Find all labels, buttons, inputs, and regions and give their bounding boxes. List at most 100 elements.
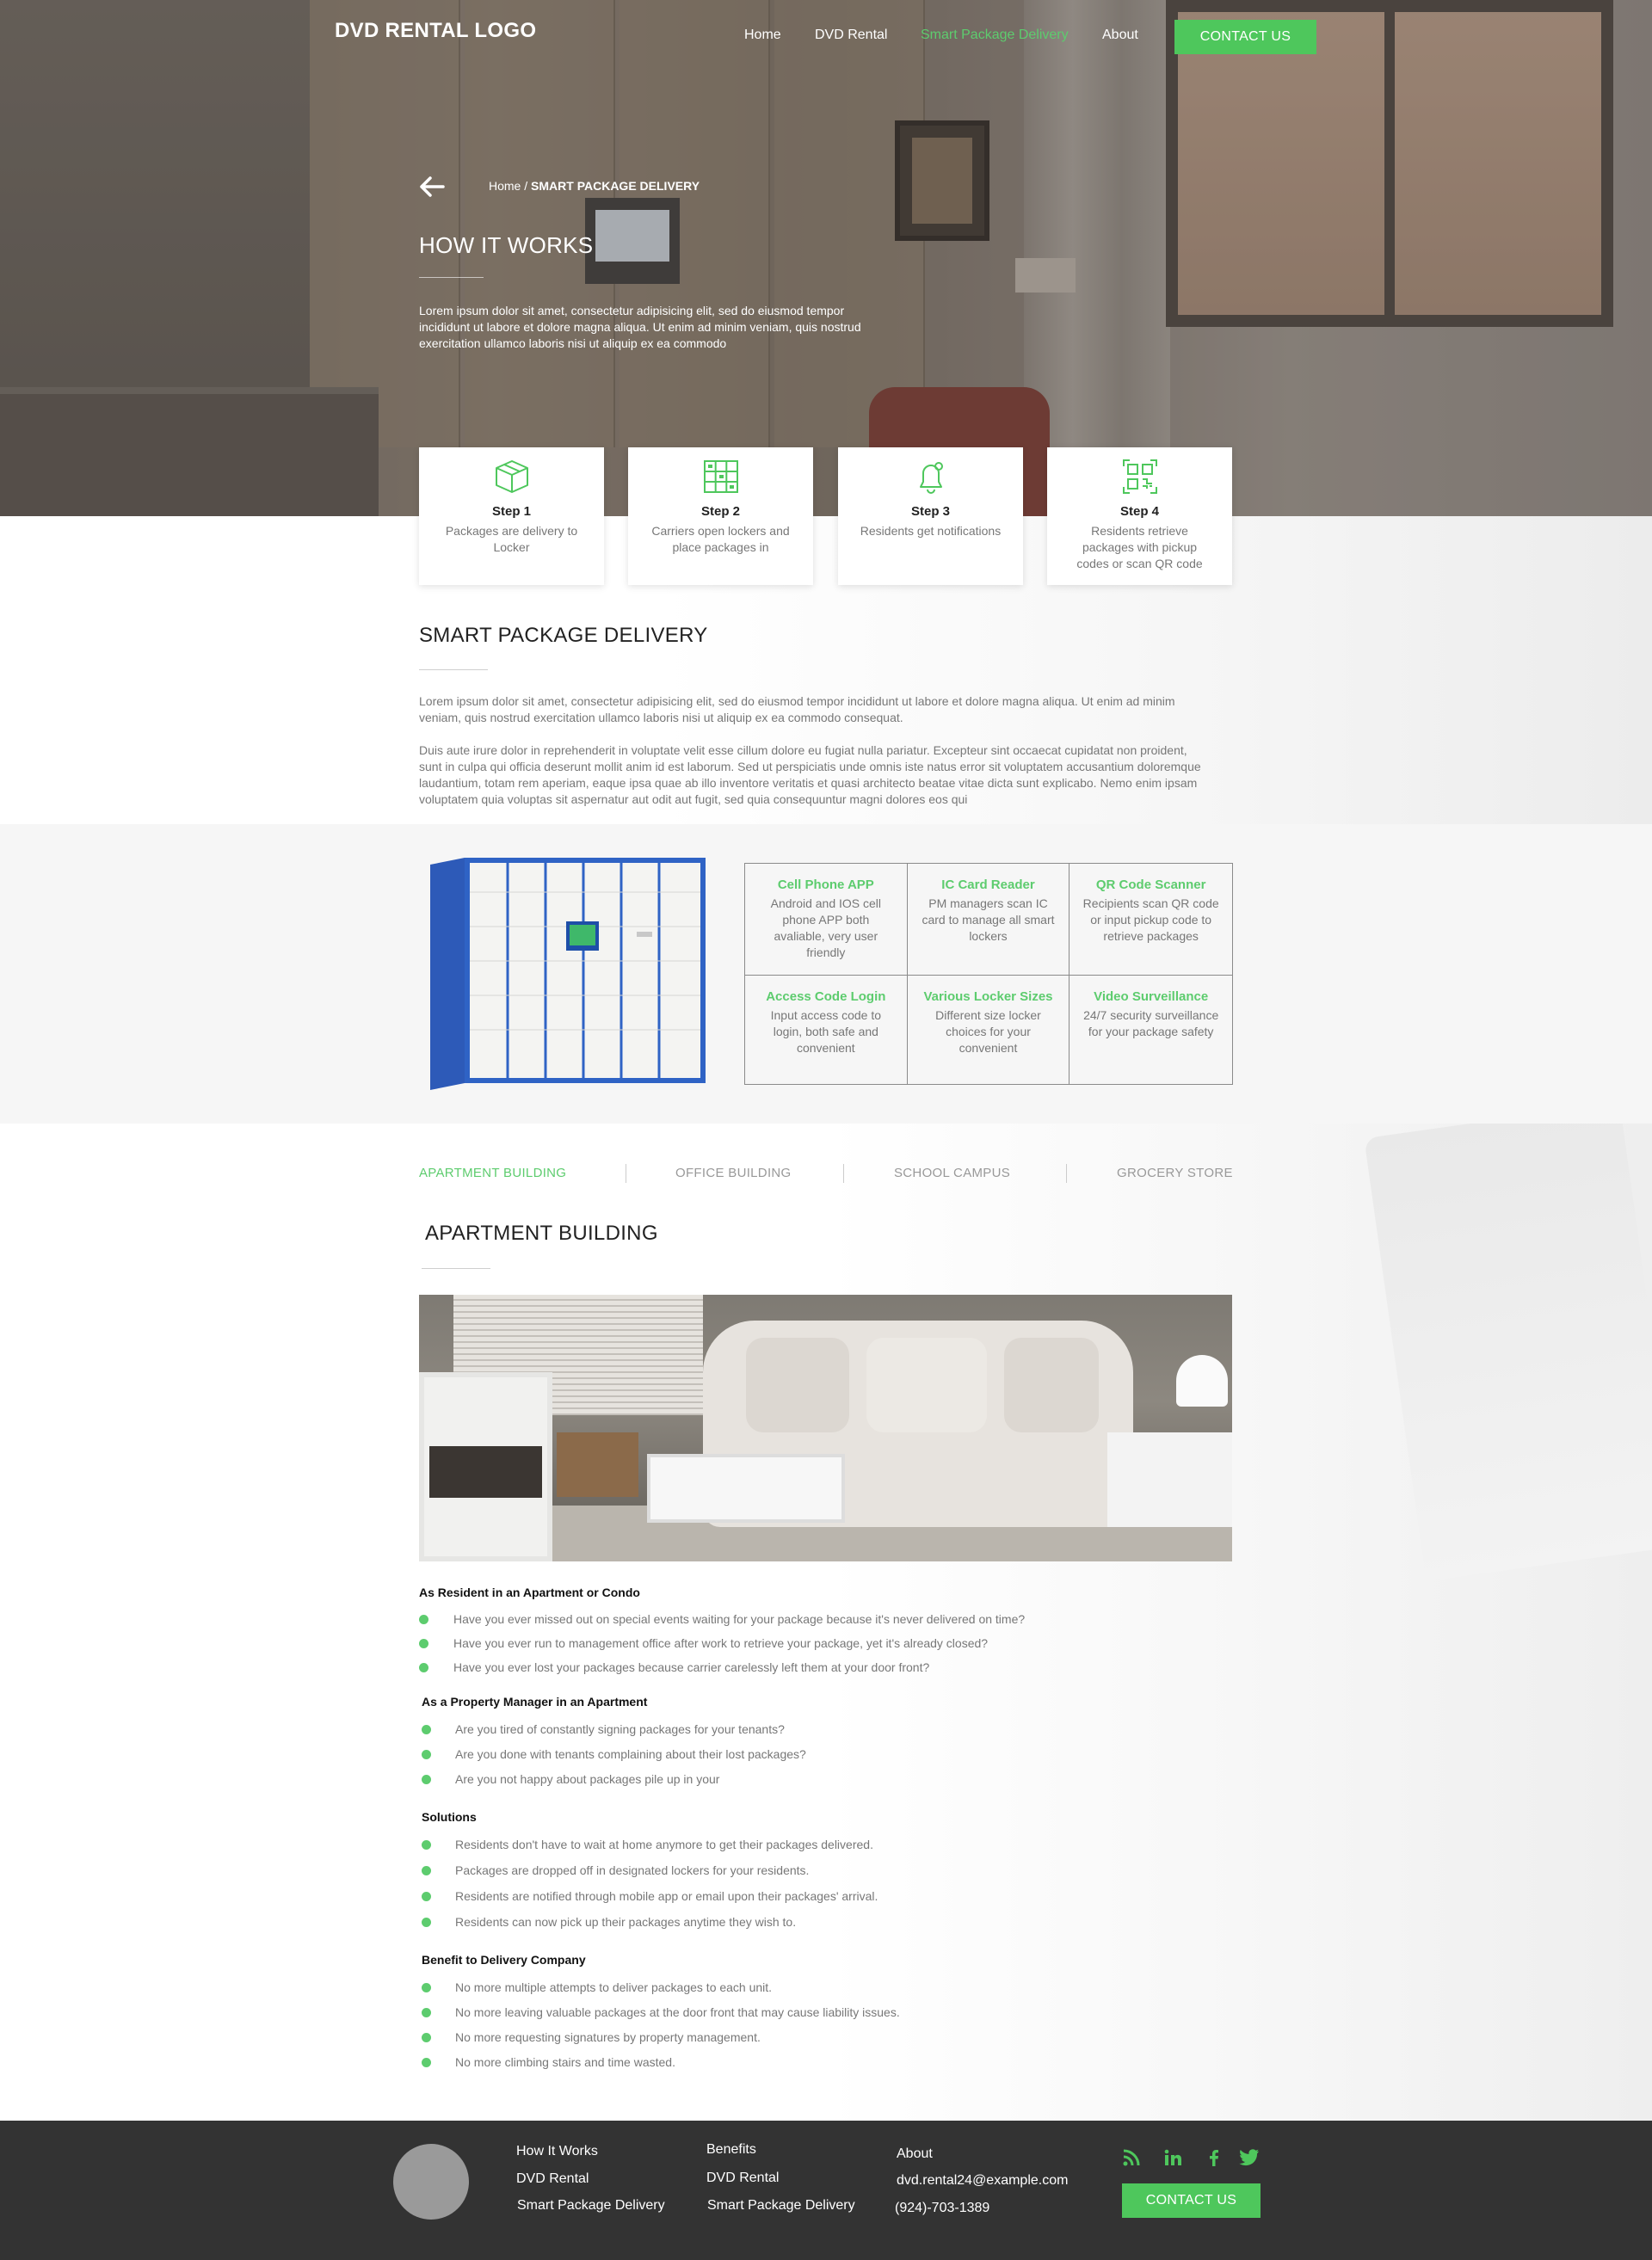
step-card-1: Step 1 Packages are delivery to Locker — [419, 447, 604, 585]
divider — [422, 1268, 490, 1269]
feature-cell: IC Card Reader PM managers scan IC card … — [907, 864, 1070, 976]
list-item: No more multiple attempts to deliver pac… — [455, 1980, 773, 1994]
footer-link-smart-package-delivery-2[interactable]: Smart Package Delivery — [707, 2198, 855, 2214]
feature-cell: Various Locker Sizes Different size lock… — [908, 976, 1070, 1084]
facebook-icon[interactable] — [1205, 2148, 1224, 2167]
feature-title: IC Card Reader — [941, 878, 1035, 892]
nav-smart-package-delivery[interactable]: Smart Package Delivery — [921, 28, 1069, 43]
step-description: Residents get notifications — [860, 524, 1002, 538]
twitter-icon[interactable] — [1239, 2148, 1260, 2167]
feature-title: Access Code Login — [766, 989, 886, 1004]
site-logo[interactable]: DVD RENTAL LOGO — [335, 19, 536, 43]
list-item: No more leaving valuable packages at the… — [455, 2005, 900, 2019]
bullet-icon — [422, 1983, 431, 1992]
bullet-icon — [422, 1725, 431, 1734]
apartment-living-room-image — [419, 1295, 1232, 1561]
footer-link-how-it-works[interactable]: How It Works — [516, 2144, 598, 2159]
qr-code-icon — [1123, 459, 1157, 494]
step-card-2: Step 2 Carriers open lockers and place p… — [628, 447, 813, 585]
footer-link-smart-package-delivery[interactable]: Smart Package Delivery — [517, 2198, 665, 2214]
bullet-icon — [422, 1918, 431, 1927]
footer-link-dvd-rental-2[interactable]: DVD Rental — [706, 2171, 779, 2186]
bullet-icon — [422, 1840, 431, 1850]
divider — [419, 669, 488, 670]
step-description: Packages are delivery to Locker — [445, 524, 578, 554]
hero-description: Lorem ipsum dolor sit amet, consectetur … — [419, 304, 861, 350]
breadcrumb-current: SMART PACKAGE DELIVERY — [531, 179, 700, 193]
nav-about[interactable]: About — [1102, 28, 1138, 43]
hero-banner — [0, 0, 1652, 516]
tab-grocery-store[interactable]: GROCERY STORE — [1117, 1166, 1233, 1180]
bullet-icon — [422, 2058, 431, 2067]
feature-title: QR Code Scanner — [1095, 878, 1206, 892]
list-item: No more climbing stairs and time wasted. — [455, 2055, 675, 2069]
list-heading: As Resident in an Apartment or Condo — [419, 1586, 640, 1599]
footer-email[interactable]: dvd.rental24@example.com — [897, 2173, 1068, 2189]
bullet-icon — [422, 1866, 431, 1875]
step-title: Step 3 — [910, 504, 950, 519]
bullet-icon — [422, 2008, 431, 2017]
feature-title: Cell Phone APP — [777, 878, 874, 892]
hero-title: HOW IT WORKS — [419, 232, 594, 258]
tab-divider — [843, 1164, 844, 1183]
tab-divider — [1066, 1164, 1067, 1183]
feature-cell: QR Code Scanner Recipients scan QR code … — [1069, 864, 1232, 976]
feature-description: Recipients scan QR code or input pickup … — [1082, 896, 1219, 943]
list-item: Residents don't have to wait at home any… — [455, 1838, 873, 1851]
contact-us-button[interactable]: CONTACT US — [1174, 20, 1316, 54]
footer — [0, 2121, 1652, 2260]
bullet-icon — [422, 1775, 431, 1784]
step-title: Step 1 — [491, 504, 531, 519]
feature-cell: Video Surveillance 24/7 security surveil… — [1069, 976, 1232, 1084]
bullet-icon — [422, 1750, 431, 1759]
smart-locker-image — [430, 858, 706, 1090]
tab-apartment-building[interactable]: APARTMENT BUILDING — [419, 1166, 566, 1180]
bullet-icon — [419, 1639, 428, 1648]
breadcrumb-separator: / — [521, 179, 532, 193]
feature-description: Input access code to login, both safe an… — [770, 1008, 882, 1055]
section-paragraph-1: Lorem ipsum dolor sit amet, consectetur … — [419, 694, 1175, 724]
footer-contact-us-button[interactable]: CONTACT US — [1122, 2183, 1261, 2218]
list-item: Are you done with tenants complaining ab… — [455, 1747, 806, 1761]
footer-link-about[interactable]: About — [897, 2146, 933, 2162]
footer-link-benefits[interactable]: Benefits — [706, 2142, 756, 2158]
feature-title: Various Locker Sizes — [923, 989, 1053, 1004]
list-item: Are you tired of constantly signing pack… — [455, 1722, 785, 1736]
step-card-4: Step 4 Residents retrieve packages with … — [1047, 447, 1232, 585]
list-item: Packages are dropped off in designated l… — [455, 1863, 810, 1877]
tab-panel-title: APARTMENT BUILDING — [425, 1222, 658, 1245]
footer-phone[interactable]: (924)-703-1389 — [895, 2201, 989, 2216]
list-heading: As a Property Manager in an Apartment — [422, 1695, 648, 1709]
features-grid: Cell Phone APP Android and IOS cell phon… — [744, 863, 1233, 1085]
nav-dvd-rental[interactable]: DVD Rental — [815, 28, 887, 43]
bullet-icon — [419, 1615, 428, 1624]
step-card-3: Step 3 Residents get notifications — [838, 447, 1023, 585]
package-box-icon — [496, 460, 528, 493]
footer-logo-avatar — [393, 2144, 469, 2220]
divider — [419, 277, 484, 278]
feature-description: Android and IOS cell phone APP both aval… — [770, 896, 882, 959]
breadcrumb-home[interactable]: Home — [489, 179, 521, 193]
list-item: Have you ever missed out on special even… — [453, 1612, 1026, 1626]
bell-notification-icon — [920, 462, 943, 494]
list-item: Have you ever run to management office a… — [453, 1636, 989, 1650]
list-item: No more requesting signatures by propert… — [455, 2030, 761, 2044]
nav-home[interactable]: Home — [744, 28, 781, 43]
list-item: Have you ever lost your packages because… — [453, 1660, 930, 1674]
linkedin-icon[interactable] — [1163, 2148, 1182, 2167]
footer-link-dvd-rental[interactable]: DVD Rental — [516, 2171, 589, 2187]
feature-description: PM managers scan IC card to manage all s… — [922, 896, 1055, 943]
rss-icon[interactable] — [1122, 2148, 1141, 2167]
feature-title: Video Surveillance — [1094, 989, 1209, 1004]
list-heading: Benefit to Delivery Company — [422, 1953, 586, 1967]
step-description: Residents retrieve packages with pickup … — [1076, 524, 1203, 570]
list-heading: Solutions — [422, 1810, 477, 1824]
locker-grid-icon — [704, 460, 738, 493]
tab-school-campus[interactable]: SCHOOL CAMPUS — [894, 1166, 1010, 1180]
feature-description: Different size locker choices for your c… — [935, 1008, 1041, 1055]
feature-cell: Cell Phone APP Android and IOS cell phon… — [745, 864, 908, 976]
step-title: Step 2 — [700, 504, 740, 519]
feature-cell: Access Code Login Input access code to l… — [745, 976, 908, 1084]
back-arrow-icon[interactable] — [419, 176, 445, 198]
tab-office-building[interactable]: OFFICE BUILDING — [675, 1166, 792, 1180]
